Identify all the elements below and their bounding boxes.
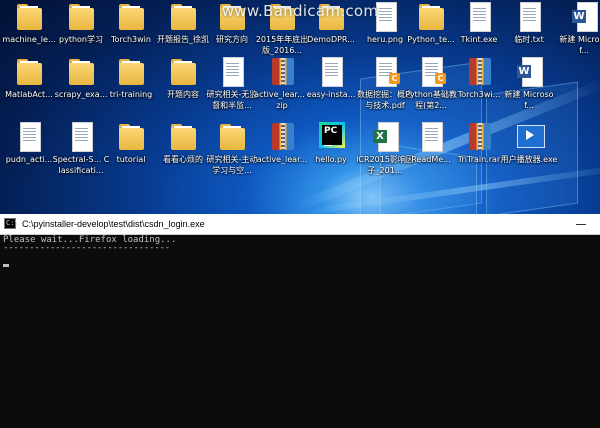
document-icon [316,55,346,87]
archive-icon [267,55,297,87]
desktop-icon-label: 新建 Microsof... [559,35,600,55]
desktop-icon[interactable]: MatlabAct... [0,55,58,121]
desktop-icon-label: tutorial [116,155,146,164]
window-titlebar[interactable]: C:\ C:\pyinstaller-develop\test\dist\csd… [0,214,600,235]
minimize-button[interactable] [562,214,600,234]
desktop-icon[interactable]: tutorial [102,120,160,186]
document-icon [66,120,96,152]
desktop-icon-label: DemoDPR... [307,35,355,44]
app-exe-icon [514,120,545,152]
desktop-icon-label: 用户播放器.exe [500,155,558,164]
archive-icon [464,120,494,152]
desktop-icon-label: MatlabAct... [5,90,53,99]
console-window[interactable]: C:\ C:\pyinstaller-develop\test\dist\csd… [0,214,600,428]
folder-icon [116,120,146,152]
desktop-icon-label: machine_le... [2,35,56,44]
window-title: C:\pyinstaller-develop\test\dist\csdn_lo… [22,219,205,229]
desktop-icon[interactable]: tri-training [102,55,160,121]
text-cursor [3,264,9,267]
desktop-icon[interactable]: W 新建 Microsof... [500,55,558,121]
folder-icon [66,55,96,87]
pycharm-icon: PC [316,120,346,152]
console-output[interactable]: Please wait...Firefox loading... -------… [0,235,600,428]
bandicam-watermark: www.Bandicam.com [221,2,379,20]
document-icon [217,55,247,87]
console-app-icon: C:\ [4,218,19,229]
excel-icon: X [370,120,400,152]
desktop-icon-label: pudn_acti... [5,155,53,164]
desktop-icon-label: Torch3win [111,35,151,44]
desktop-icon-label: easy-insta... [306,90,356,99]
desktop-icon[interactable]: PC hello.py [302,120,360,186]
pdf-icon: C [370,55,400,87]
desktop-icon-label: 新建 Microsof... [504,90,554,110]
minimize-icon [576,224,586,225]
document-icon [14,120,44,152]
folder-icon [116,55,146,87]
folder-icon [168,120,198,152]
desktop-icon[interactable]: 用户播放器.exe [500,120,558,186]
folder-icon [217,120,247,152]
folder-icon [14,55,44,87]
archive-icon [267,120,297,152]
desktop-icon[interactable]: pudn_acti... [0,120,58,186]
folder-icon [168,55,198,87]
pdf-icon: C [416,55,446,87]
archive-icon [464,55,494,87]
word-doc-icon: W [514,55,544,87]
document-icon [416,120,446,152]
console-line: -------------------------------- [3,243,170,253]
desktop-icon-label: tri-training [109,90,153,99]
desktop-icon-label: hello.py [315,155,347,164]
desktop-icon-label: 临时.txt [514,35,544,44]
desktop-icon[interactable]: easy-insta... [302,55,360,121]
